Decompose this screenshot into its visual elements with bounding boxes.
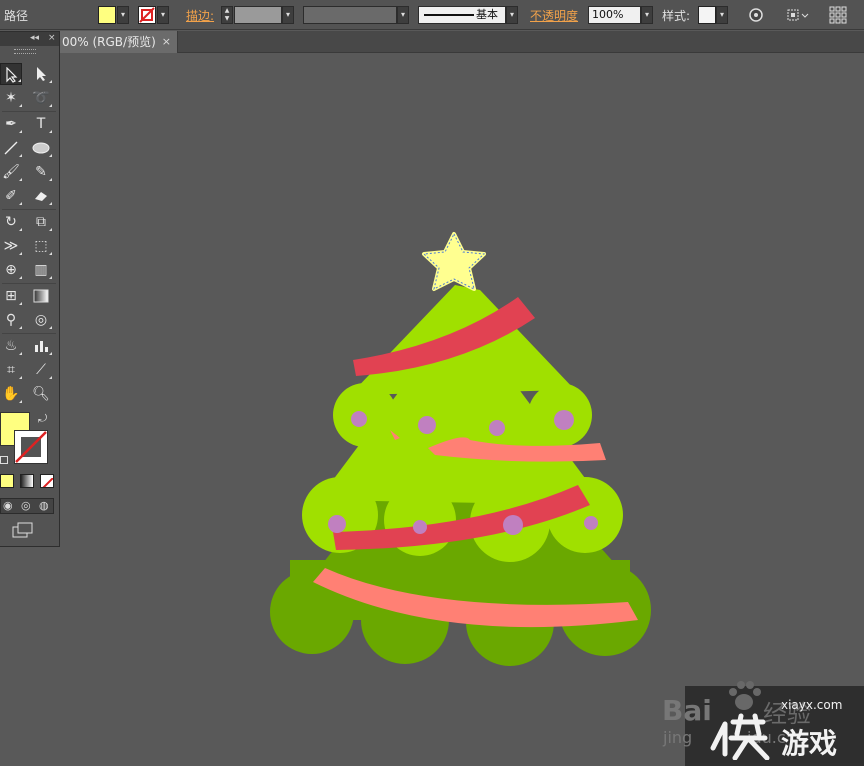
zoom-tool-icon[interactable]: 🔍︎: [30, 383, 52, 405]
tools-panel-header: ◂◂ ×: [0, 32, 59, 46]
free-transform-tool-icon[interactable]: ⬚: [30, 235, 52, 257]
tool-divider: [2, 283, 56, 284]
none-stroke-icon: [15, 431, 47, 463]
collapse-panel-icon[interactable]: ◂◂: [30, 33, 39, 43]
symbol-sprayer-tool-icon[interactable]: ♨: [0, 335, 22, 357]
line-segment-tool-icon[interactable]: [0, 137, 22, 159]
selection-tool-icon[interactable]: [0, 63, 22, 85]
column-graph-tool-icon[interactable]: [30, 335, 52, 357]
artboard-canvas[interactable]: [0, 0, 864, 766]
rotate-tool-icon[interactable]: ↻: [0, 211, 22, 233]
xia-logo-icon: [710, 713, 770, 760]
watermark-site: xiayx.com: [781, 698, 843, 712]
watermark-url-left: jing: [663, 728, 693, 747]
watermark-game-text: 游戏: [781, 727, 838, 760]
mesh-tool-icon[interactable]: ⊞: [0, 285, 22, 307]
tools-panel: ◂◂ × ✶ ➰ ✒ T 🖌 ✎ ✐ ↻ ⧉ ≫ ⬚ ⊕ ▥ ⊞ ⚲ ◎ ♨ ⌗…: [0, 31, 60, 547]
draw-behind-icon[interactable]: ◎: [21, 499, 31, 512]
eraser-tool-icon[interactable]: [30, 185, 52, 207]
tool-divider: [2, 209, 56, 210]
tool-divider: [2, 333, 56, 334]
panel-grip[interactable]: [14, 49, 36, 54]
width-tool-icon[interactable]: ≫: [0, 235, 22, 257]
blend-tool-icon[interactable]: ◎: [30, 309, 52, 331]
scale-tool-icon[interactable]: ⧉: [30, 211, 52, 233]
gradient-mode-button[interactable]: [20, 474, 34, 488]
star-selected-path[interactable]: [422, 232, 486, 291]
gradient-tool-icon[interactable]: [30, 285, 52, 307]
watermark-overlay: Bai 经验 jing idu.c xiayx.com 游戏: [662, 681, 864, 766]
lasso-tool-icon[interactable]: ➰: [30, 87, 52, 109]
stroke-color-box[interactable]: [14, 430, 48, 464]
swap-fill-stroke-icon[interactable]: ⤾: [38, 412, 47, 426]
tool-divider: [2, 111, 56, 112]
slice-tool-icon[interactable]: ⟋: [30, 359, 52, 381]
default-colors-icon[interactable]: [0, 456, 8, 464]
draw-normal-icon[interactable]: ◉: [3, 499, 13, 512]
close-panel-icon[interactable]: ×: [48, 33, 56, 43]
color-mode-button[interactable]: [0, 474, 14, 488]
perspective-grid-tool-icon[interactable]: ▥: [30, 259, 52, 281]
shape-builder-tool-icon[interactable]: ⊕: [0, 259, 22, 281]
draw-modes: ◉ ◎ ◍: [0, 498, 54, 514]
artboard-tool-icon[interactable]: ⌗: [0, 359, 22, 381]
pencil-tool-icon[interactable]: ✎: [30, 161, 52, 183]
draw-inside-icon[interactable]: ◍: [39, 499, 49, 512]
ellipse-tool-icon[interactable]: [30, 137, 52, 159]
type-tool-icon[interactable]: T: [30, 113, 52, 135]
screen-mode-icon[interactable]: [12, 522, 36, 542]
magic-wand-tool-icon[interactable]: ✶: [0, 87, 22, 109]
eyedropper-tool-icon[interactable]: ⚲: [0, 309, 22, 331]
pen-tool-icon[interactable]: ✒: [0, 113, 22, 135]
none-mode-button[interactable]: [40, 474, 54, 488]
direct-selection-tool-icon[interactable]: [30, 63, 52, 85]
blob-brush-tool-icon[interactable]: ✐: [0, 185, 22, 207]
hand-tool-icon[interactable]: ✋: [0, 383, 22, 405]
paintbrush-tool-icon[interactable]: 🖌: [0, 161, 22, 183]
